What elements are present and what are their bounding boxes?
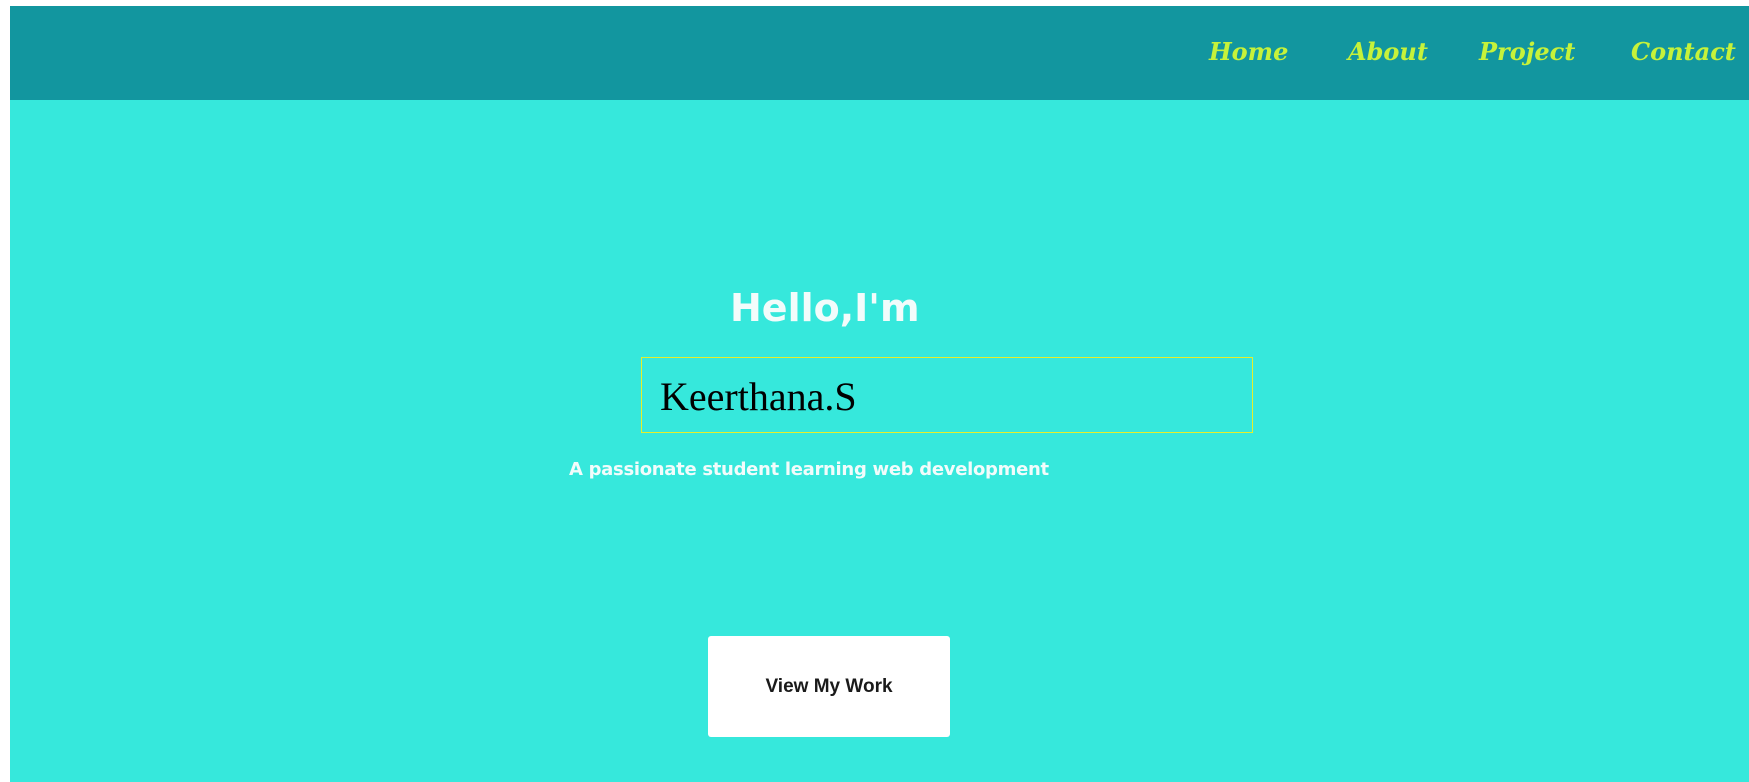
navbar: Home About Project Contact (10, 6, 1749, 100)
view-my-work-button[interactable]: View My Work (708, 636, 950, 737)
nav-link-project[interactable]: Project (1479, 40, 1575, 64)
page-background: Home About Project Contact Hello,I'm Kee… (10, 6, 1749, 782)
nav-link-about[interactable]: About (1348, 40, 1428, 64)
name-box: Keerthana.S (641, 357, 1253, 433)
nav-link-contact[interactable]: Contact (1631, 40, 1736, 64)
nav-link-home[interactable]: Home (1209, 40, 1288, 64)
hero-greeting: Hello,I'm (730, 286, 920, 330)
hero-name: Keerthana.S (660, 374, 857, 419)
hero-tagline: A passionate student learning web develo… (569, 459, 1049, 480)
